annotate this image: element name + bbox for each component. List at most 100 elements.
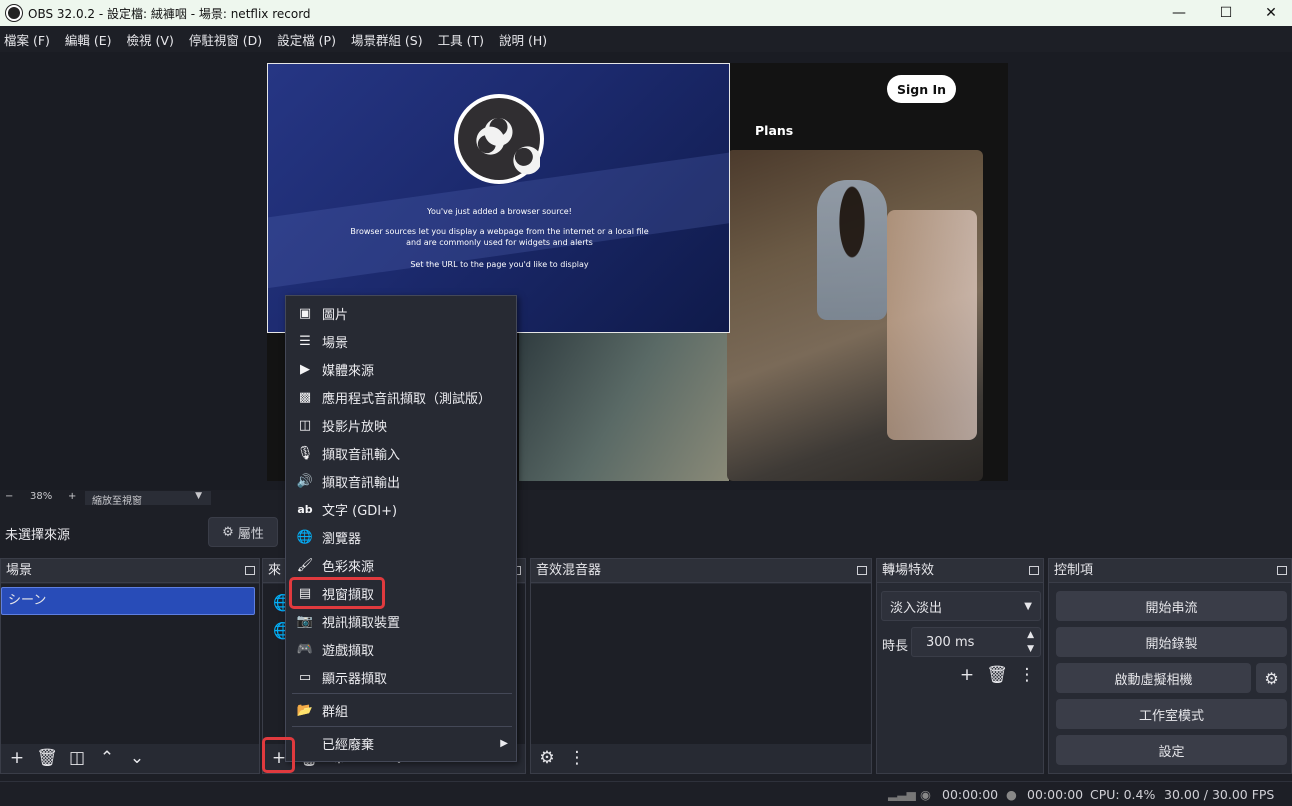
menu-item-app-audio[interactable]: ▩ 應用程式音訊擷取（測試版）: [286, 383, 516, 411]
menu-item-display-capture[interactable]: ▭ 顯示器擷取: [286, 663, 516, 691]
menu-scene-collection[interactable]: 場景群組 (S): [351, 30, 423, 49]
menu-item-scene[interactable]: ☰ 場景: [286, 327, 516, 355]
window-title: OBS 32.0.2 - 設定檔: 絨褲咽 - 場景: netflix reco…: [28, 6, 311, 21]
menu-item-game-capture[interactable]: 🎮 遊戲擷取: [286, 635, 516, 663]
camera-icon: 📷: [296, 613, 314, 629]
menu-item-audio-output[interactable]: 🔊 擷取音訊輸出: [286, 467, 516, 495]
menu-item-label: 圖片: [322, 307, 349, 323]
browser-source-heading: You've just added a browser source!: [427, 207, 572, 216]
undock-icon[interactable]: [1029, 566, 1039, 575]
sources-title: 來: [268, 563, 282, 578]
no-source-label: 未選擇來源: [5, 528, 71, 543]
menu-item-label: 遊戲擷取: [322, 643, 375, 659]
controls-title: 控制項: [1054, 563, 1094, 578]
properties-button[interactable]: ⚙ 屬性: [208, 517, 278, 547]
stream-status-icon: ◉: [920, 787, 931, 802]
menu-view[interactable]: 檢視 (V): [127, 30, 174, 49]
menu-item-image[interactable]: ▣ 圖片: [286, 299, 516, 327]
status-bar: ▂▃▅ ◉ 00:00:00 ● 00:00:00 CPU: 0.4% 30.0…: [0, 781, 1292, 806]
zoom-out-button[interactable]: −: [5, 491, 13, 502]
menu-item-label: 群組: [322, 704, 349, 720]
menu-item-label: 已經廢棄: [322, 737, 375, 753]
menu-bar: 檔案 (F) 編輯 (E) 檢視 (V) 停駐視窗 (D) 設定檔 (P) 場景…: [0, 26, 1292, 52]
gamepad-icon: 🎮: [296, 641, 314, 657]
virtual-camera-button[interactable]: 啟動虛擬相機: [1056, 663, 1251, 693]
mixer-settings-icon[interactable]: ⚙: [535, 746, 559, 770]
transitions-title: 轉場特效: [882, 563, 935, 578]
menu-item-video-capture[interactable]: 📷 視訊擷取裝置: [286, 607, 516, 635]
scene-item[interactable]: シーン: [1, 587, 255, 615]
menu-item-deprecated[interactable]: 已經廢棄 ▶: [286, 729, 516, 757]
duration-value: 300 ms: [926, 634, 975, 650]
transitions-dock: 轉場特效 淡入淡出 ▼ 時長 300 ms ▲ ▼ + 🗑 ⋮: [876, 558, 1044, 774]
filter-icon[interactable]: ◫: [65, 746, 89, 770]
move-up-icon[interactable]: ⌃: [95, 746, 119, 770]
play-icon: ▶: [300, 361, 310, 377]
menu-item-audio-input[interactable]: 🎙 擷取音訊輸入: [286, 439, 516, 467]
browser-source-desc3: Set the URL to the page you'd like to di…: [410, 260, 589, 269]
start-streaming-button[interactable]: 開始串流: [1056, 591, 1287, 621]
stream-time: 00:00:00: [942, 787, 999, 802]
transition-selected: 淡入淡出: [890, 600, 943, 616]
folder-icon: 📂: [296, 702, 314, 718]
record-time: 00:00:00: [1027, 787, 1084, 802]
close-button[interactable]: ✕: [1248, 0, 1292, 26]
undock-icon[interactable]: [1277, 566, 1287, 575]
maximize-button[interactable]: ☐: [1203, 0, 1249, 26]
scenes-dock-header: 場景: [1, 559, 259, 583]
gear-icon[interactable]: ⚙: [1256, 663, 1287, 693]
move-down-icon[interactable]: ⌄: [125, 746, 149, 770]
menu-item-label: 場景: [322, 335, 349, 351]
menu-profile[interactable]: 設定檔 (P): [277, 30, 336, 49]
start-recording-button[interactable]: 開始錄製: [1056, 627, 1287, 657]
minimize-button[interactable]: —: [1156, 0, 1202, 26]
zoom-mode-select[interactable]: 縮放至視窗 ▼: [85, 491, 211, 507]
menu-item-browser[interactable]: 🌐 瀏覽器: [286, 523, 516, 551]
obs-logo-swirl-icon: [476, 118, 542, 175]
menu-item-group[interactable]: 📂 群組: [286, 696, 516, 724]
menu-item-slideshow[interactable]: ◫ 投影片放映: [286, 411, 516, 439]
settings-button[interactable]: 設定: [1056, 735, 1287, 765]
gear-icon: ⚙: [222, 524, 234, 540]
menu-help[interactable]: 說明 (H): [499, 30, 547, 49]
duration-spinbox[interactable]: 300 ms ▲ ▼: [911, 627, 1041, 657]
studio-mode-button[interactable]: 工作室模式: [1056, 699, 1287, 729]
trash-icon[interactable]: 🗑: [35, 746, 59, 770]
microphone-icon: 🎙: [296, 445, 314, 461]
obs-logo-icon: [454, 94, 544, 184]
more-vert-icon[interactable]: ⋮: [1015, 663, 1039, 687]
scenes-title: 場景: [6, 563, 33, 578]
menu-item-label: 擷取音訊輸入: [322, 447, 401, 463]
monitor-icon: ▭: [298, 669, 312, 685]
spin-down-icon[interactable]: ▼: [1027, 644, 1034, 654]
add-transition-icon[interactable]: +: [955, 663, 979, 687]
undock-icon[interactable]: [245, 566, 255, 575]
chevron-down-icon: ▼: [1024, 600, 1032, 612]
audio-mixer-dock: 音效混音器 ⚙ ⋮: [530, 558, 872, 774]
transition-select[interactable]: 淡入淡出 ▼: [881, 591, 1041, 621]
plans-label: Plans: [755, 123, 794, 138]
browser-source-desc1: Browser sources let you display a webpag…: [350, 227, 649, 236]
more-vert-icon[interactable]: ⋮: [565, 746, 589, 770]
zoom-in-button[interactable]: +: [68, 491, 76, 502]
controls-dock-header: 控制項: [1049, 559, 1291, 583]
menu-item-text[interactable]: ab 文字 (GDI+): [286, 495, 516, 523]
menu-item-label: 視訊擷取裝置: [322, 615, 401, 631]
trash-icon[interactable]: 🗑: [985, 663, 1009, 687]
menu-file[interactable]: 檔案 (F): [4, 30, 50, 49]
menu-item-media-source[interactable]: ▶ 媒體來源: [286, 355, 516, 383]
zoom-mode-label: 縮放至視窗: [92, 496, 142, 507]
zoom-bar: − 38% + 縮放至視窗 ▼: [0, 490, 1292, 507]
menu-tools[interactable]: 工具 (T): [438, 30, 484, 49]
add-icon[interactable]: +: [5, 746, 29, 770]
menu-item-color-source[interactable]: 🖌 色彩來源: [286, 551, 516, 579]
scenes-toolbar: + 🗑 ◫ ⌃ ⌄: [1, 743, 259, 773]
app-audio-icon: ▩: [298, 389, 312, 405]
undock-icon[interactable]: [857, 566, 867, 575]
list-icon: ☰: [299, 333, 311, 349]
menu-docks[interactable]: 停駐視窗 (D): [189, 30, 262, 49]
transitions-dock-header: 轉場特效: [877, 559, 1043, 583]
menu-edit[interactable]: 編輯 (E): [65, 30, 112, 49]
spin-up-icon[interactable]: ▲: [1027, 630, 1034, 640]
menu-separator: [292, 693, 512, 694]
